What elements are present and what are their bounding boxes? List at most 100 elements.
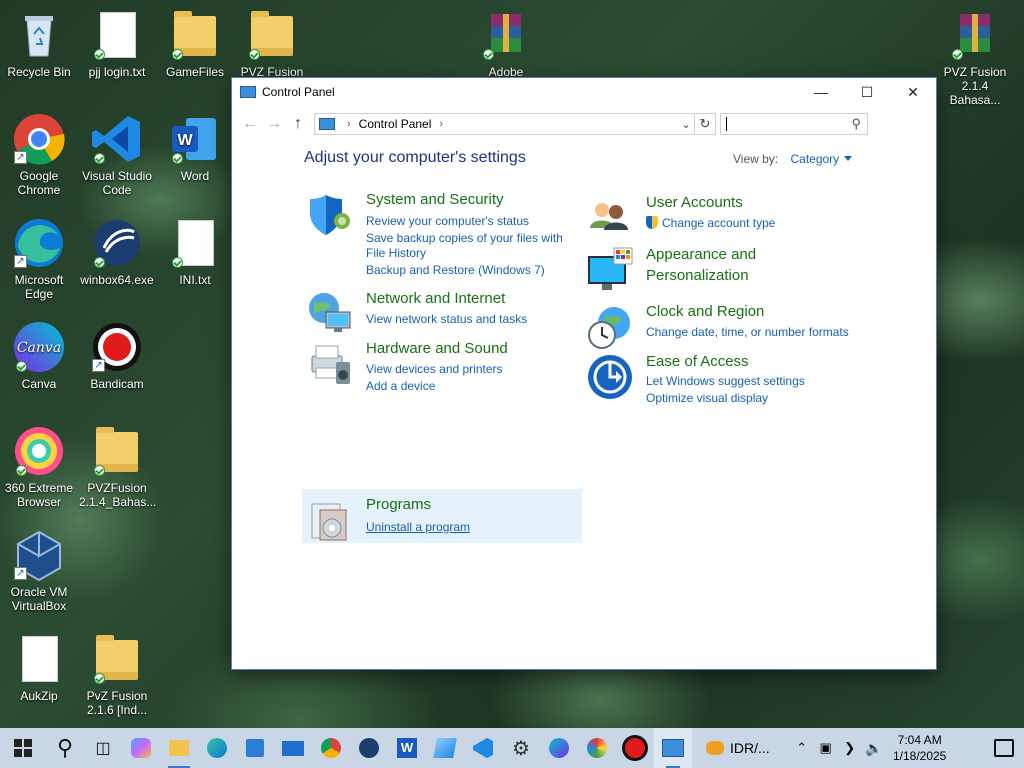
start-button[interactable] — [0, 728, 46, 768]
chevron-down-icon[interactable] — [844, 156, 853, 161]
desktop-icon-360-browser[interactable]: 360 Extreme Browser — [1, 424, 77, 509]
optimize-display-link[interactable]: Optimize visual display — [646, 391, 768, 405]
tray-widget-text[interactable]: IDR/... — [730, 740, 770, 756]
date-time-formats-link[interactable]: Change date, time, or number formats — [646, 325, 849, 339]
file-history-link[interactable]: Save backup copies of your files with — [366, 231, 563, 245]
search-input[interactable]: ⚲ — [720, 113, 868, 135]
taskbar-copilot[interactable] — [122, 728, 160, 768]
category-title-link[interactable]: Network and Internet — [366, 290, 505, 307]
category-appearance: Appearance and Personalization — [586, 246, 876, 290]
category-title-link[interactable]: Ease of Access — [646, 353, 749, 370]
taskbar-settings[interactable]: ⚙ — [502, 728, 540, 768]
taskbar-clock[interactable]: 7:04 AM 1/18/2025 — [890, 732, 950, 764]
control-panel-icon — [319, 118, 335, 130]
notifications-button[interactable] — [984, 728, 1024, 768]
desktop-icon-aukzip[interactable]: AukZip — [1, 632, 77, 703]
uninstall-program-link[interactable]: Uninstall a program — [366, 520, 470, 534]
desktop-icon-label: Microsoft Edge — [14, 273, 64, 301]
tray-currency-widget[interactable] — [700, 728, 730, 768]
network-status-link[interactable]: View network status and tasks — [366, 312, 527, 326]
add-device-link[interactable]: Add a device — [366, 379, 435, 393]
desktop-icon-pjj-login[interactable]: pjj login.txt — [79, 8, 155, 79]
change-account-type-link[interactable]: Change account type — [646, 216, 775, 230]
back-arrow-icon[interactable]: ← — [238, 112, 262, 136]
desktop-icon-gamefiles[interactable]: GameFiles — [157, 8, 233, 79]
page-title: Adjust your computer's settings — [304, 149, 526, 166]
file-history-link-cont[interactable]: File History — [366, 246, 426, 260]
chevron-down-icon[interactable]: ⌄ — [678, 118, 694, 131]
taskbar-control-panel[interactable] — [654, 728, 692, 768]
desktop-icon-label: PVZ Fusion 2.1.4 Bahasa... — [943, 65, 1007, 107]
category-title-link[interactable]: User Accounts — [646, 194, 743, 211]
category-hardware-sound: Hardware and Sound View devices and prin… — [306, 340, 576, 393]
category-title-link[interactable]: Appearance and — [646, 246, 756, 263]
devices-printers-link[interactable]: View devices and printers — [366, 362, 503, 376]
tray-network[interactable]: ❯ — [838, 728, 862, 768]
edge-icon: ↗ — [12, 216, 66, 270]
chrome-icon: ↗ — [12, 112, 66, 166]
desktop-icon-recycle-bin[interactable]: Recycle Bin — [1, 8, 77, 79]
desktop-icon-pvz-fusion-214[interactable]: PVZ Fusion 2.1.4 Bahasa... — [937, 8, 1013, 107]
desktop-icon-microsoft-edge[interactable]: ↗ Microsoft Edge — [1, 216, 77, 301]
suggest-settings-link[interactable]: Let Windows suggest settings — [646, 374, 805, 388]
desktop-icon-bandicam[interactable]: ↗ Bandicam — [79, 320, 155, 391]
chevron-up-icon: ⌃ — [796, 740, 808, 755]
search-icon[interactable]: ⚲ — [851, 116, 861, 132]
desktop-icon-vscode[interactable]: Visual Studio Code — [79, 112, 155, 197]
desktop-icon-winbox64[interactable]: winbox64.exe — [79, 216, 155, 287]
desktop-icon-pvzfusion-214-bahas[interactable]: PVZFusion 2.1.4_Bahas... — [79, 424, 156, 509]
address-bar[interactable]: › Control Panel › ⌄ ↻ — [314, 113, 716, 135]
desktop-icon-pvz-fusion-216[interactable]: PvZ Fusion 2.1.6 [Ind... — [79, 632, 155, 717]
show-hidden-icons-button[interactable]: ⌃ — [790, 728, 814, 768]
taskbar-store[interactable] — [236, 728, 274, 768]
task-view-button[interactable]: ◫ — [84, 728, 122, 768]
view-by-label: View by: — [733, 152, 779, 166]
taskbar-chrome[interactable] — [312, 728, 350, 768]
review-status-link[interactable]: Review your computer's status — [366, 214, 529, 228]
desktop-icon-word[interactable]: W Word — [157, 112, 233, 183]
category-title-link[interactable]: System and Security — [366, 191, 504, 208]
vscode-icon — [473, 738, 493, 758]
desktop-icon-label: Word — [180, 169, 210, 183]
svg-text:W: W — [177, 132, 193, 149]
category-title-link[interactable]: Programs — [366, 496, 431, 513]
minimize-button[interactable]: — — [798, 78, 844, 106]
forward-arrow-icon[interactable]: → — [262, 112, 286, 136]
maximize-button[interactable]: ☐ — [844, 78, 890, 106]
desktop-icon-oracle-vm[interactable]: ↗ Oracle VM VirtualBox — [1, 528, 77, 613]
tray-webcam[interactable]: ▣ — [814, 728, 838, 768]
tray-volume[interactable]: 🔈 — [862, 728, 886, 768]
taskbar-file-explorer[interactable] — [160, 728, 198, 768]
taskbar-word[interactable]: W — [388, 728, 426, 768]
taskbar-edge[interactable] — [198, 728, 236, 768]
taskbar-winbox[interactable] — [350, 728, 388, 768]
search-button[interactable]: ⚲ — [46, 728, 84, 768]
taskbar-app-cube[interactable] — [426, 728, 464, 768]
desktop-icon-canva[interactable]: Canva Canva — [1, 320, 77, 391]
change-account-type-label[interactable]: Change account type — [662, 216, 775, 230]
desktop-icon-adobe[interactable]: Adobe — [468, 8, 544, 79]
category-title-link[interactable]: Clock and Region — [646, 303, 764, 320]
view-by-dropdown[interactable]: Category — [790, 152, 839, 166]
taskbar-bandicam[interactable] — [616, 728, 654, 768]
category-title-link[interactable]: Hardware and Sound — [366, 340, 508, 357]
text-cursor — [726, 117, 727, 131]
breadcrumb-chevron-icon[interactable]: › — [439, 118, 443, 130]
taskbar-mail[interactable] — [274, 728, 312, 768]
title-bar[interactable]: Control Panel — ☐ ✕ — [232, 78, 936, 106]
close-button[interactable]: ✕ — [890, 78, 936, 106]
breadcrumb[interactable]: Control Panel — [359, 117, 432, 131]
desktop-icon-pvz-fusion[interactable]: PVZ Fusion — [234, 8, 310, 79]
taskbar-vscode[interactable] — [464, 728, 502, 768]
refresh-icon[interactable]: ↻ — [694, 114, 715, 134]
category-programs[interactable]: Programs Uninstall a program — [306, 496, 576, 542]
desktop-icon-ini-txt[interactable]: INI.txt — [157, 216, 233, 287]
category-title-link-cont[interactable]: Personalization — [646, 267, 749, 284]
desktop-icon-google-chrome[interactable]: ↗ Google Chrome — [1, 112, 77, 197]
taskbar-browser[interactable] — [540, 728, 578, 768]
category-network-internet: Network and Internet View network status… — [306, 290, 576, 332]
breadcrumb-chevron-icon[interactable]: › — [347, 118, 351, 130]
up-arrow-icon[interactable]: ↑ — [286, 112, 310, 136]
taskbar-paint[interactable] — [578, 728, 616, 768]
backup-restore-link[interactable]: Backup and Restore (Windows 7) — [366, 263, 545, 277]
